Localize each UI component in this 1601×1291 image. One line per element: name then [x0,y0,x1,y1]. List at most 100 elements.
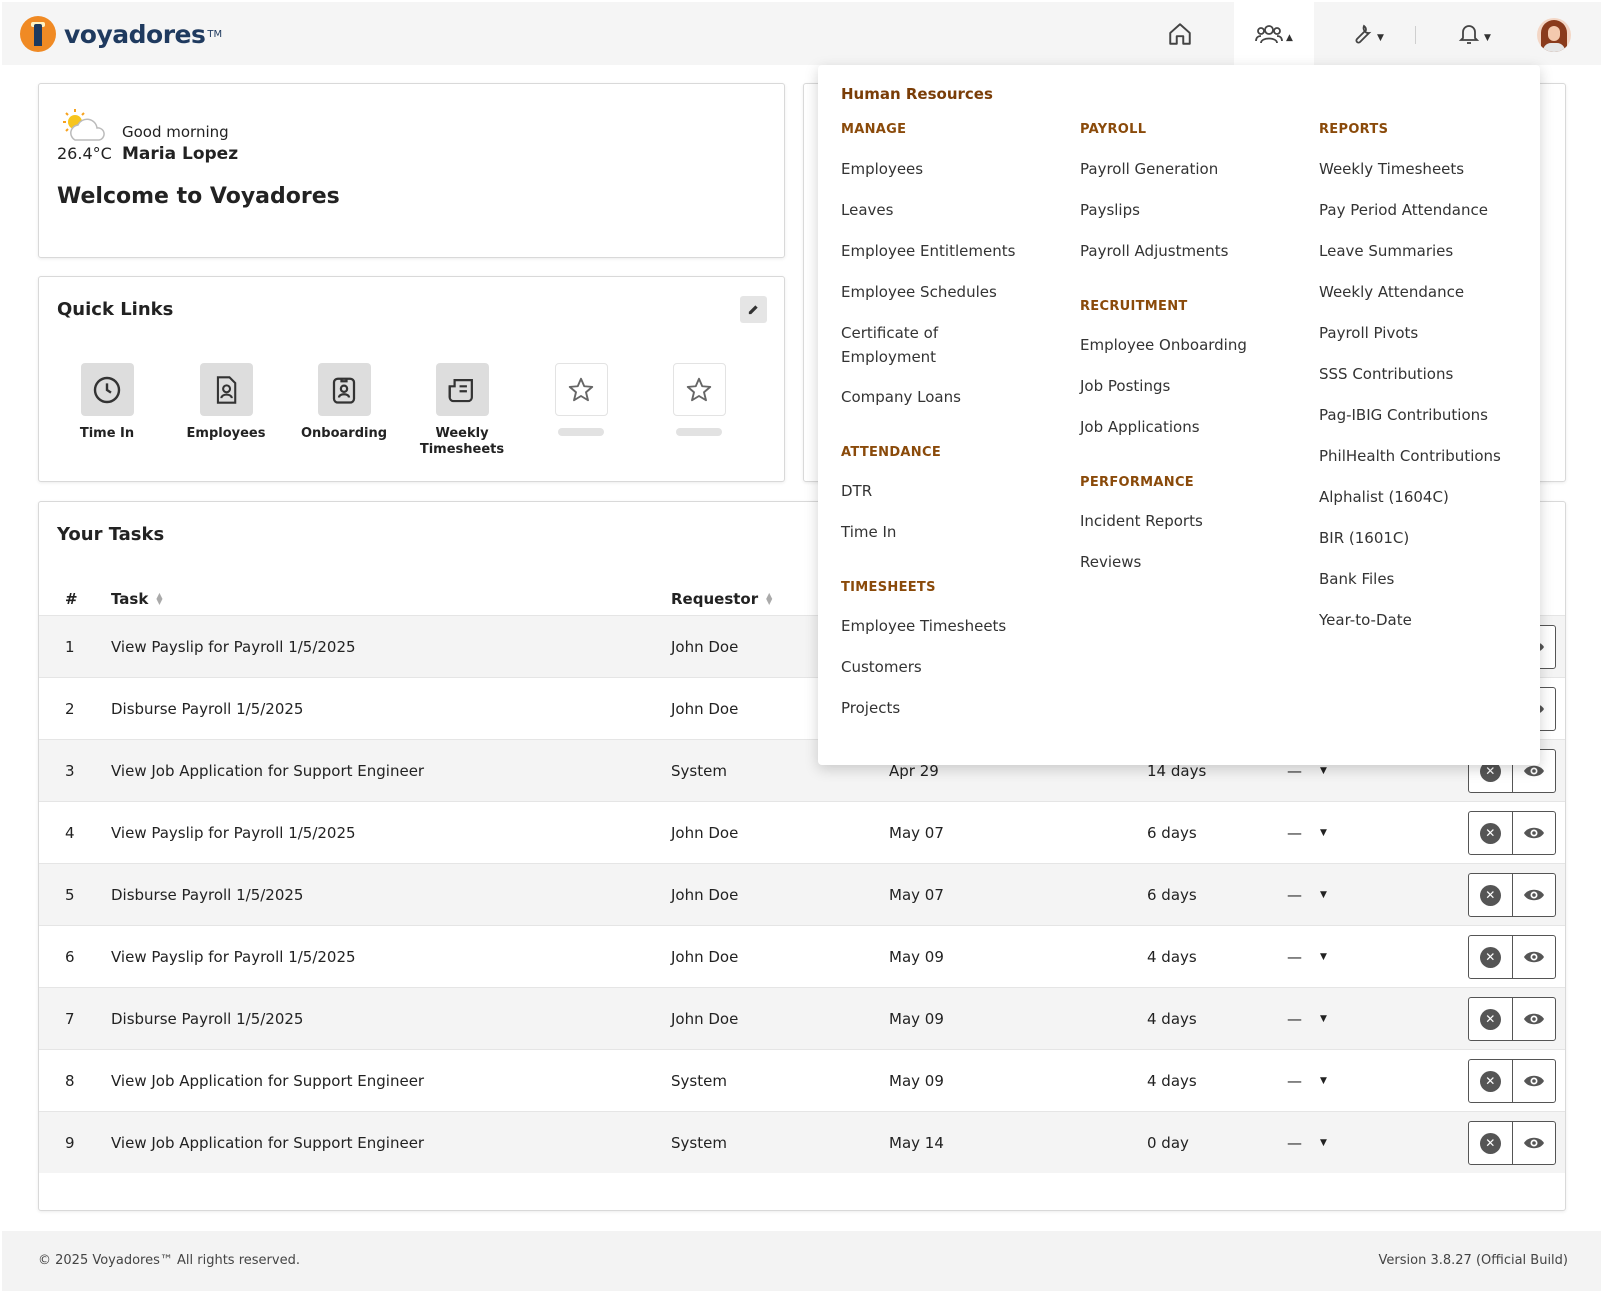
user-avatar[interactable] [1537,18,1571,52]
menu-item-payroll-pivots[interactable]: Payroll Pivots [1319,321,1418,345]
row-task[interactable]: View Job Application for Support Enginee… [111,740,424,802]
tools-menu-button[interactable]: ▼ [1332,2,1402,65]
menu-item-employee-schedules[interactable]: Employee Schedules [841,280,997,304]
menu-item-time-in[interactable]: Time In [841,520,896,544]
table-row[interactable]: 8 View Job Application for Support Engine… [39,1049,1565,1111]
quick-link-empty-slot[interactable] [644,363,754,436]
eye-icon [1523,1075,1544,1087]
menu-item-dtr[interactable]: DTR [841,479,872,503]
menu-item-pay-period-attendance[interactable]: Pay Period Attendance [1319,198,1488,222]
row-task[interactable]: View Payslip for Payroll 1/5/2025 [111,802,356,864]
row-date: May 07 [889,886,944,904]
brand-logo[interactable]: voyadores TM [20,16,222,52]
menu-item-job-postings[interactable]: Job Postings [1080,374,1170,398]
view-task-button[interactable] [1511,998,1556,1040]
table-row[interactable]: 5 Disburse Payroll 1/5/2025 John Doe May 07… [39,863,1565,925]
row-actions: ✕ [1468,1121,1556,1165]
quick-link-weekly-timesheets[interactable]: Weekly Timesheets [407,363,517,458]
row-status-dropdown[interactable]: — ▼ [1287,926,1327,988]
menu-item-certificate-of-employment[interactable]: Certificate of Employment [841,321,1021,369]
close-circle-icon: ✕ [1479,1070,1501,1092]
table-row[interactable]: 4 View Payslip for Payroll 1/5/2025 John D… [39,801,1565,863]
row-requestor: System [671,762,727,780]
view-task-button[interactable] [1511,812,1556,854]
dismiss-task-button[interactable]: ✕ [1469,998,1512,1040]
dismiss-task-button[interactable]: ✕ [1469,1060,1512,1102]
table-row[interactable]: 9 View Job Application for Support Engine… [39,1111,1565,1173]
nav-divider [1415,26,1416,44]
menu-item-philhealth-contributions[interactable]: PhilHealth Contributions [1319,444,1501,468]
menu-item-alphalist[interactable]: Alphalist (1604C) [1319,485,1449,509]
row-task[interactable]: View Payslip for Payroll 1/5/2025 [111,616,356,678]
view-task-button[interactable] [1511,936,1556,978]
quick-link-placeholder [558,428,604,436]
quick-link-empty-slot[interactable] [526,363,636,436]
row-number: 7 [65,1010,75,1028]
row-task[interactable]: View Job Application for Support Enginee… [111,1112,424,1174]
menu-item-pag-ibig-contributions[interactable]: Pag-IBIG Contributions [1319,403,1488,427]
dismiss-task-button[interactable]: ✕ [1469,936,1512,978]
menu-item-job-applications[interactable]: Job Applications [1080,415,1200,439]
view-task-button[interactable] [1511,1122,1556,1164]
row-status: — [1287,824,1302,842]
menu-item-employee-timesheets[interactable]: Employee Timesheets [841,614,1006,638]
menu-item-employee-onboarding[interactable]: Employee Onboarding [1080,333,1247,357]
dismiss-task-button[interactable]: ✕ [1469,812,1512,854]
column-requestor[interactable]: Requestor ▲ ▼ [671,582,772,616]
sort-icon: ▲ ▼ [766,591,773,606]
menu-item-leaves[interactable]: Leaves [841,198,893,222]
quick-link-time-in[interactable]: Time In [52,363,162,442]
home-button[interactable] [1152,2,1208,65]
caret-down-icon: ▼ [1320,1014,1327,1024]
dismiss-task-button[interactable]: ✕ [1469,874,1512,916]
menu-item-payroll-generation[interactable]: Payroll Generation [1080,157,1218,181]
view-task-button[interactable] [1511,874,1556,916]
edit-quick-links-button[interactable] [740,296,767,323]
row-status-dropdown[interactable]: — ▼ [1287,1050,1327,1112]
menu-item-employee-entitlements[interactable]: Employee Entitlements [841,239,1015,263]
row-status-dropdown[interactable]: — ▼ [1287,864,1327,926]
row-task[interactable]: View Payslip for Payroll 1/5/2025 [111,926,356,988]
menu-item-projects[interactable]: Projects [841,696,900,720]
row-requestor: John Doe [671,1010,739,1028]
menu-item-sss-contributions[interactable]: SSS Contributions [1319,362,1453,386]
menu-item-customers[interactable]: Customers [841,655,922,679]
menu-item-company-loans[interactable]: Company Loans [841,385,961,409]
table-row[interactable]: 6 View Payslip for Payroll 1/5/2025 John D… [39,925,1565,987]
caret-down-icon: ▼ [1320,1138,1327,1148]
view-task-button[interactable] [1511,1060,1556,1102]
human-resources-menu-button[interactable]: ▲ [1234,2,1314,65]
dismiss-task-button[interactable]: ✕ [1469,1122,1512,1164]
menu-item-weekly-attendance[interactable]: Weekly Attendance [1319,280,1464,304]
row-status-dropdown[interactable]: — ▼ [1287,988,1327,1050]
table-row[interactable]: 7 Disburse Payroll 1/5/2025 John Doe May 09… [39,987,1565,1049]
row-number: 8 [65,1072,75,1090]
row-task[interactable]: Disburse Payroll 1/5/2025 [111,678,303,740]
quick-links-card: Quick Links Time In Employees Onboarding… [38,276,785,482]
quick-link-onboarding[interactable]: Onboarding [289,363,399,442]
menu-item-bir-1601c[interactable]: BIR (1601C) [1319,526,1409,550]
notifications-button[interactable]: ▼ [1442,2,1506,65]
quick-link-employees[interactable]: Employees [171,363,281,442]
row-status-dropdown[interactable]: — ▼ [1287,802,1327,864]
row-task[interactable]: View Job Application for Support Enginee… [111,1050,424,1112]
menu-item-employees[interactable]: Employees [841,157,923,181]
menu-item-bank-files[interactable]: Bank Files [1319,567,1394,591]
menu-item-leave-summaries[interactable]: Leave Summaries [1319,239,1453,263]
row-task[interactable]: Disburse Payroll 1/5/2025 [111,988,303,1050]
partly-sunny-icon [63,109,105,141]
employee-file-icon [216,375,237,404]
column-task[interactable]: Task ▲ ▼ [111,582,162,616]
menu-item-reviews[interactable]: Reviews [1080,550,1141,574]
menu-item-incident-reports[interactable]: Incident Reports [1080,509,1203,533]
row-date: May 09 [889,1072,944,1090]
section-attendance: ATTENDANCE [841,445,941,460]
menu-item-weekly-timesheets[interactable]: Weekly Timesheets [1319,157,1464,181]
menu-item-payslips[interactable]: Payslips [1080,198,1140,222]
row-task[interactable]: Disburse Payroll 1/5/2025 [111,864,303,926]
row-number: 6 [65,948,75,966]
menu-item-payroll-adjustments[interactable]: Payroll Adjustments [1080,239,1229,263]
row-number: 2 [65,700,75,718]
row-status-dropdown[interactable]: — ▼ [1287,1112,1327,1174]
menu-item-year-to-date[interactable]: Year-to-Date [1319,608,1412,632]
